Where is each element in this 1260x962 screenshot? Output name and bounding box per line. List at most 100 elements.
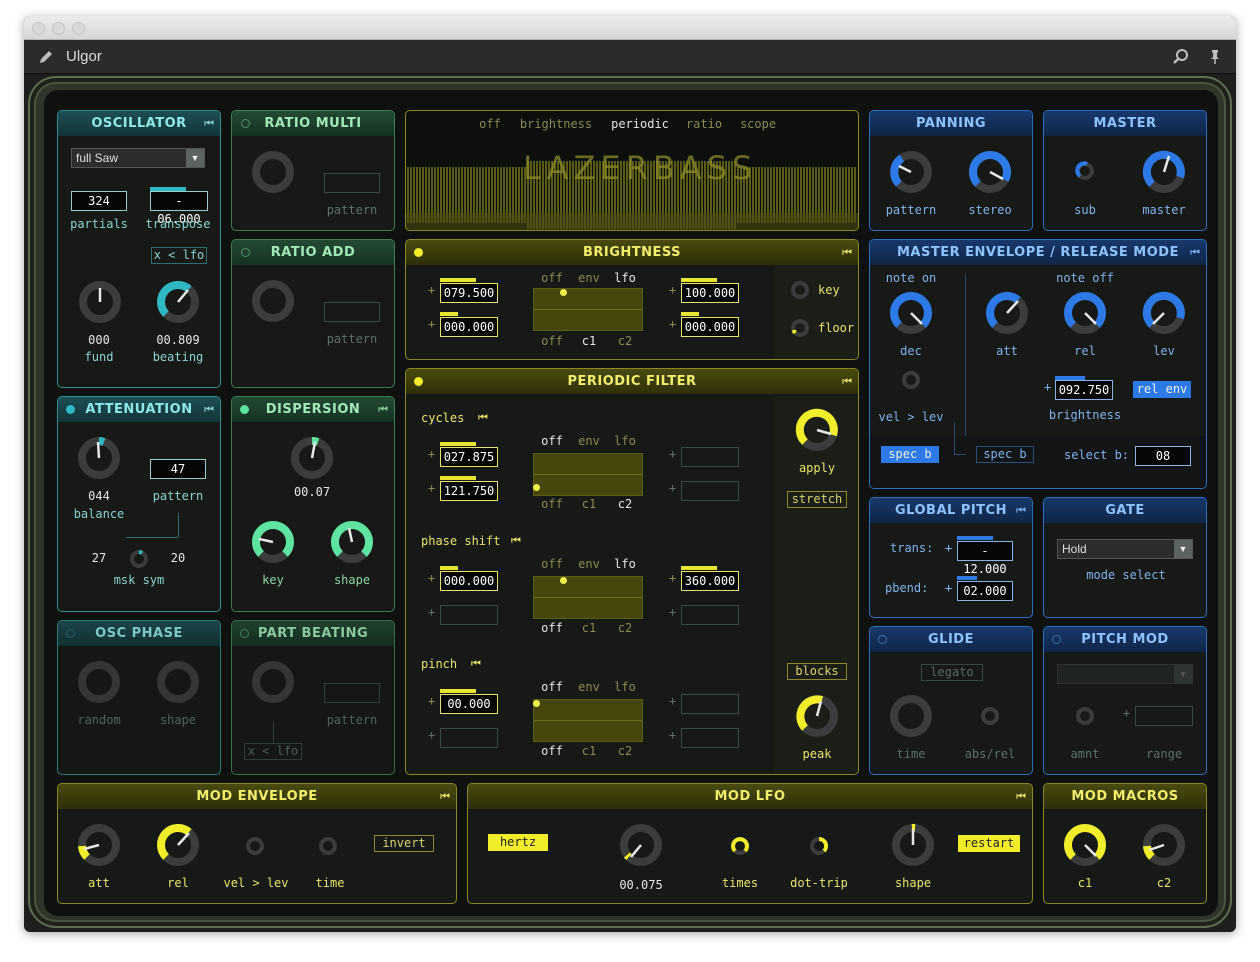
pinch-mod-marker[interactable]	[533, 700, 540, 707]
display-tab-brightness[interactable]: brightness	[520, 117, 592, 131]
pinch-mod-env[interactable]: env	[578, 680, 600, 694]
brightness-mod-matrix[interactable]	[533, 288, 643, 331]
brightness-mod-marker[interactable]	[560, 289, 567, 296]
mod-att-knob[interactable]	[76, 822, 122, 868]
brightness-mod-env[interactable]: env	[578, 271, 600, 285]
pbend-value[interactable]: 02.000	[957, 581, 1013, 601]
dispersion-reset-icon[interactable]: ⏮	[378, 403, 388, 417]
dispersion-key-knob[interactable]	[250, 519, 296, 565]
env-brightness-value[interactable]: 092.750	[1055, 380, 1113, 400]
global-pitch-reset-icon[interactable]: ⏮	[1016, 504, 1026, 518]
brightness-value-1[interactable]: 079.500	[440, 283, 498, 303]
brightness-value-4[interactable]: 000.000	[681, 317, 739, 337]
master-volume-knob[interactable]	[1141, 149, 1187, 195]
partials-value[interactable]: 324	[71, 191, 127, 211]
restart-button[interactable]: restart	[958, 835, 1020, 852]
spec-b-button-1[interactable]: spec b	[881, 446, 939, 463]
key-knob[interactable]	[790, 280, 810, 300]
pin-icon[interactable]	[1206, 48, 1224, 66]
select-b-value[interactable]: 08	[1135, 446, 1191, 466]
master-envelope-reset-icon[interactable]: ⏮	[1190, 246, 1200, 260]
display-tab-ratio[interactable]: ratio	[686, 117, 722, 131]
pinch-mod-amount-1[interactable]	[440, 728, 498, 748]
floor-knob[interactable]	[790, 318, 810, 338]
transpose-value[interactable]: - 06.000	[150, 191, 208, 226]
glide-time-knob[interactable]	[888, 693, 934, 739]
macro-c1-knob[interactable]	[1062, 822, 1108, 868]
pinch-src-off[interactable]: off	[541, 744, 563, 758]
msk-sym-knob[interactable]	[129, 549, 149, 569]
ratio-add-pattern-box[interactable]	[324, 302, 380, 322]
brightness-src-c2[interactable]: c2	[618, 334, 632, 348]
brightness-reset-icon[interactable]: ⏮	[842, 246, 852, 260]
att-pattern-value[interactable]: 47	[150, 459, 206, 479]
cycles-mod-amount-2[interactable]	[681, 481, 739, 501]
brightness-src-off[interactable]: off	[541, 334, 563, 348]
cycles-value-1[interactable]: 027.875	[440, 447, 498, 467]
osc-phase-shape-knob[interactable]	[155, 659, 201, 705]
pinch-value-1[interactable]: 00.000	[440, 694, 498, 714]
beating-knob[interactable]	[155, 279, 201, 325]
ratio-add-knob[interactable]	[250, 278, 296, 324]
phase-src-c2[interactable]: c2	[618, 621, 632, 635]
apply-knob[interactable]	[794, 407, 840, 453]
ratio-multi-knob[interactable]	[250, 149, 296, 195]
wave-select[interactable]: full Saw ▼	[71, 148, 205, 168]
brightness-value-3[interactable]: 100.000	[681, 283, 739, 303]
mod-lfo-reset-icon[interactable]: ⏮	[1016, 790, 1026, 804]
phase-mod-amount-2[interactable]	[681, 605, 739, 625]
cycles-src-c1[interactable]: c1	[582, 497, 596, 511]
phase-mod-amount-1[interactable]	[440, 605, 498, 625]
invert-button[interactable]: invert	[374, 835, 434, 852]
phase-mod-lfo[interactable]: lfo	[614, 557, 636, 571]
attenuation-toggle[interactable]	[66, 405, 75, 414]
display-tab-off[interactable]: off	[479, 117, 501, 131]
pinch-reset-icon[interactable]: ⏮	[471, 657, 481, 671]
phase-mod-env[interactable]: env	[578, 557, 600, 571]
cycles-mod-lfo[interactable]: lfo	[614, 434, 636, 448]
phase-mod-marker[interactable]	[560, 577, 567, 584]
lfo-shape-knob[interactable]	[890, 822, 936, 868]
peak-knob[interactable]	[794, 693, 840, 739]
pinch-src-c2[interactable]: c2	[618, 744, 632, 758]
cycles-mod-amount-1[interactable]	[681, 447, 739, 467]
cycles-src-c2[interactable]: c2	[618, 497, 632, 511]
cycles-mod-marker[interactable]	[533, 484, 540, 491]
brightness-mod-lfo[interactable]: lfo	[614, 271, 636, 285]
pinch-mod-matrix[interactable]	[533, 699, 643, 742]
brightness-mod-off[interactable]: off	[541, 271, 563, 285]
minimize-window-button[interactable]	[52, 22, 65, 35]
cycles-mod-off[interactable]: off	[541, 434, 563, 448]
phase-value-1[interactable]: 000.000	[440, 571, 498, 591]
rel-env-button[interactable]: rel env	[1133, 381, 1191, 398]
zoom-window-button[interactable]	[72, 22, 85, 35]
part-beating-pattern-box[interactable]	[324, 683, 380, 703]
dot-trip-knob[interactable]	[809, 836, 829, 856]
amnt-knob[interactable]	[1075, 706, 1095, 726]
brightness-src-c1[interactable]: c1	[582, 334, 596, 348]
part-beating-toggle[interactable]	[240, 629, 249, 638]
ratio-multi-pattern-box[interactable]	[324, 173, 380, 193]
pinch-mod-off[interactable]: off	[541, 680, 563, 694]
periodic-filter-toggle[interactable]	[414, 377, 423, 386]
range-box[interactable]	[1135, 706, 1193, 726]
pitch-mod-toggle[interactable]	[1052, 635, 1061, 644]
rel-knob[interactable]	[1062, 290, 1108, 336]
cycles-mod-matrix[interactable]	[533, 453, 643, 496]
display-tab-periodic[interactable]: periodic	[611, 117, 669, 131]
dec-knob[interactable]	[888, 290, 934, 336]
phase-src-off[interactable]: off	[541, 621, 563, 635]
phase-reset-icon[interactable]: ⏮	[511, 534, 521, 548]
phase-value-2[interactable]: 360.000	[681, 571, 739, 591]
cycles-src-off[interactable]: off	[541, 497, 563, 511]
periodic-filter-reset-icon[interactable]: ⏮	[842, 375, 852, 389]
phase-mod-matrix[interactable]	[533, 576, 643, 619]
search-icon[interactable]	[1172, 48, 1190, 66]
balance-knob[interactable]	[76, 435, 122, 481]
osc-phase-toggle[interactable]	[66, 629, 75, 638]
vel-lev-knob[interactable]	[901, 370, 921, 390]
ratio-add-toggle[interactable]	[241, 248, 250, 257]
display-tab-scope[interactable]: scope	[740, 117, 776, 131]
pan-stereo-knob[interactable]	[967, 149, 1013, 195]
abs-rel-knob[interactable]	[980, 706, 1000, 726]
